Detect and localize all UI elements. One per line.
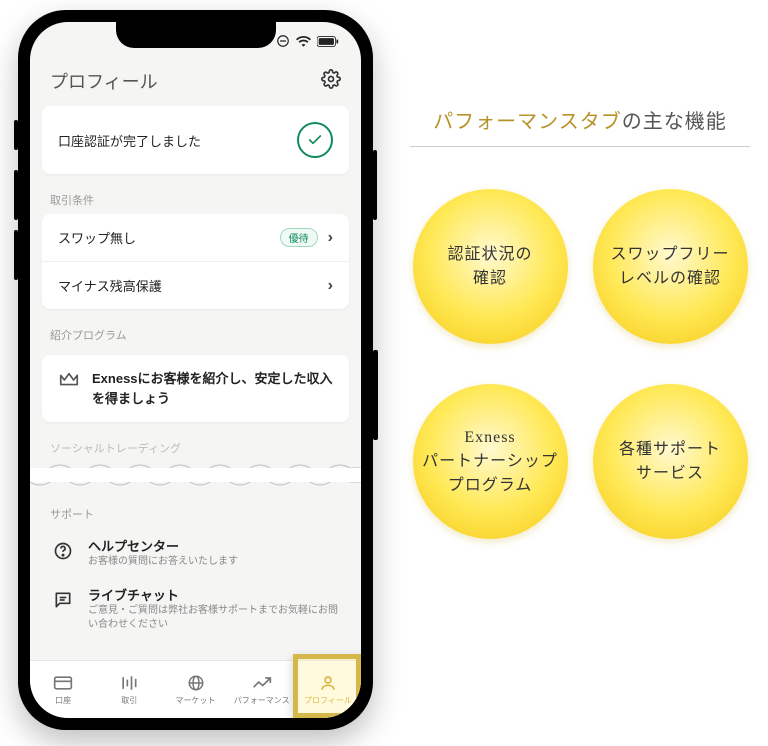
feature-circle-verification: 認証状況の 確認: [413, 189, 568, 344]
globe-icon: [186, 674, 206, 692]
tab-performance[interactable]: パフォーマンス: [229, 661, 295, 718]
section-trading-conditions-label: 取引条件: [30, 174, 361, 214]
features-title-rest: の主な機能: [622, 111, 727, 133]
support-section: サポート ヘルプセンター お客様の質問にお答えいたします ライブチャット ご意見…: [30, 500, 361, 640]
page-title: プロフィール: [50, 68, 158, 94]
tab-market[interactable]: マーケット: [162, 661, 228, 718]
help-center-row[interactable]: ヘルプセンター お客様の質問にお答えいたします: [30, 528, 361, 577]
tab-label: プロフィール: [304, 695, 352, 706]
support-item-sub: ご意見・ご質問は弊社お客様サポートまでお気軽にお問い合わせください: [88, 604, 341, 632]
phone-side-accent: [373, 350, 378, 440]
chevron-right-icon: ›: [328, 229, 333, 247]
wallet-icon: [53, 674, 73, 692]
privilege-badge: 優待: [280, 228, 318, 247]
help-icon: [50, 538, 76, 564]
phone-volume-down: [14, 230, 18, 280]
feature-circle-partnership: Exness パートナーシップ プログラム: [413, 384, 568, 539]
chat-icon: [50, 587, 76, 613]
live-chat-row[interactable]: ライブチャット ご意見・ご質問は弊社お客様サポートまでお気軽にお問い合わせくださ…: [30, 577, 361, 640]
feature-circle-swapfree: スワップフリー レベルの確認: [593, 189, 748, 344]
profile-icon: [318, 674, 338, 692]
trend-icon: [252, 674, 272, 692]
tab-bar: 口座 取引 マーケット パフォーマンス: [30, 660, 361, 718]
trading-conditions-list: スワップ無し 優待 › マイナス残高保護 ›: [42, 214, 349, 309]
phone-power-button: [373, 150, 377, 220]
verification-card[interactable]: 口座認証が完了しました: [42, 106, 349, 174]
tab-label: 取引: [121, 695, 137, 706]
negative-balance-row[interactable]: マイナス残高保護 ›: [42, 262, 349, 309]
referral-promo-card[interactable]: Exnessにお客様を紹介し、安定した収入を得ましょう: [42, 355, 349, 422]
section-social-trading-label: ソーシャルトレーディング: [30, 422, 361, 462]
features-panel: パフォーマンスタブの主な機能 認証状況の 確認 スワップフリー レベルの確認 E…: [410, 105, 750, 539]
notch: [116, 22, 276, 48]
dnd-icon: [276, 34, 290, 48]
chevron-right-icon: ›: [328, 277, 333, 295]
screen: プロフィール 口座認証が完了しました 取引条件 スワップ無し 優待 › マ: [30, 22, 361, 718]
check-icon: [297, 122, 333, 158]
tab-trade[interactable]: 取引: [96, 661, 162, 718]
features-title-accent: パフォーマンスタブ: [433, 111, 622, 133]
support-item-title: ヘルプセンター: [88, 536, 238, 555]
phone-frame: プロフィール 口座認証が完了しました 取引条件 スワップ無し 優待 › マ: [18, 10, 373, 730]
phone-volume-up: [14, 170, 18, 220]
gear-icon[interactable]: [321, 69, 341, 94]
support-item-sub: お客様の質問にお答えいたします: [88, 555, 238, 569]
content-break: [30, 462, 361, 488]
support-item-title: ライブチャット: [88, 585, 341, 604]
section-support-label: サポート: [30, 500, 361, 528]
candlestick-icon: [119, 674, 139, 692]
features-title: パフォーマンスタブの主な機能: [410, 105, 750, 147]
phone-silent-switch: [14, 120, 18, 150]
list-item-label: スワップ無し: [58, 228, 136, 247]
tab-label: マーケット: [176, 695, 216, 706]
crown-icon: [58, 369, 80, 396]
header: プロフィール: [30, 54, 361, 106]
feature-circles: 認証状況の 確認 スワップフリー レベルの確認 Exness パートナーシップ …: [410, 189, 750, 539]
swap-free-row[interactable]: スワップ無し 優待 ›: [42, 214, 349, 262]
verification-message: 口座認証が完了しました: [58, 131, 201, 150]
tab-label: 口座: [55, 695, 71, 706]
feature-circle-support: 各種サポート サービス: [593, 384, 748, 539]
tab-label: パフォーマンス: [234, 695, 290, 706]
battery-icon: [317, 36, 339, 47]
tab-accounts[interactable]: 口座: [30, 661, 96, 718]
wifi-icon: [296, 35, 311, 47]
tab-profile[interactable]: プロフィール: [295, 661, 361, 718]
section-referral-label: 紹介プログラム: [30, 309, 361, 349]
referral-promo-text: Exnessにお客様を紹介し、安定した収入を得ましょう: [92, 369, 333, 408]
list-item-label: マイナス残高保護: [58, 276, 162, 295]
